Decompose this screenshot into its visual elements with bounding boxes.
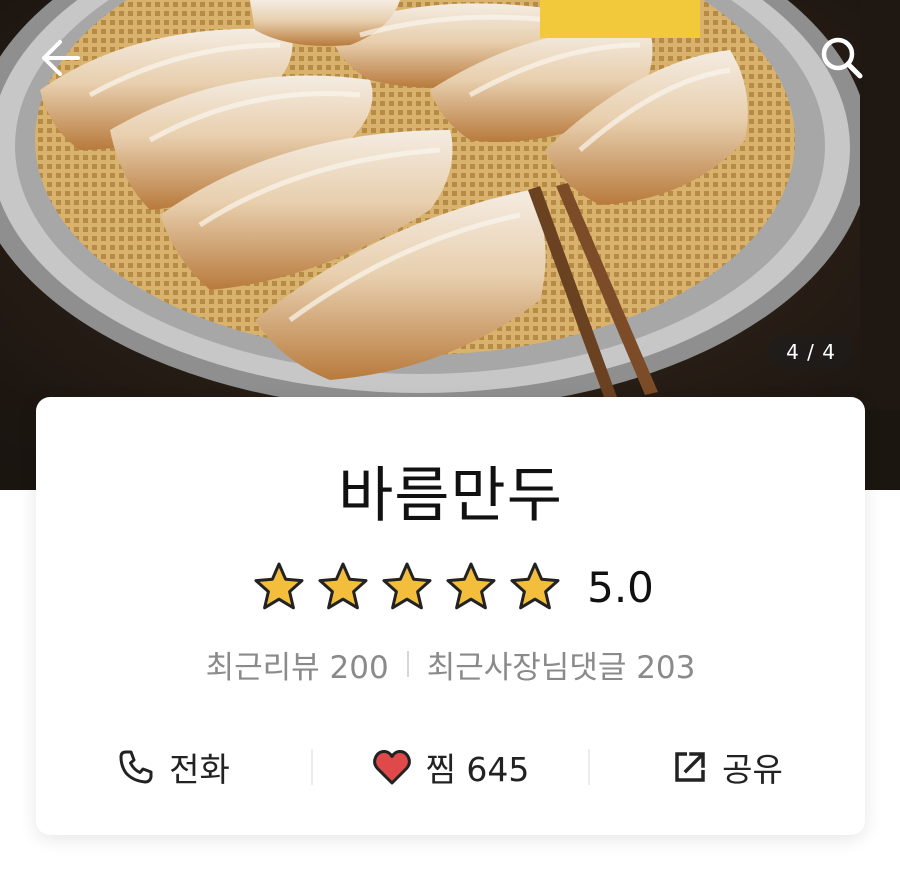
share-label: 공유 xyxy=(722,750,783,789)
stats-divider xyxy=(406,651,409,677)
store-detail-screen: 4 / 4 바름만두 5.0 최근리뷰 200 최근사장님댓글 203 전화 찜… xyxy=(0,0,900,876)
like-count-label: 찜 645 xyxy=(425,750,530,789)
heart-icon xyxy=(372,749,411,785)
share-icon xyxy=(675,752,705,782)
photo-page-counter: 4 / 4 xyxy=(768,335,854,369)
star-icon xyxy=(318,562,368,610)
like-button[interactable]: 찜 645 xyxy=(313,739,588,795)
star-icon xyxy=(510,562,560,610)
rating-row[interactable]: 5.0 xyxy=(36,557,865,617)
share-button[interactable]: 공유 xyxy=(590,739,865,795)
search-button[interactable] xyxy=(812,28,872,88)
call-button[interactable]: 전화 xyxy=(36,739,311,795)
back-button[interactable] xyxy=(30,28,90,88)
recent-reviews-count[interactable]: 최근리뷰 200 xyxy=(206,642,389,687)
search-icon xyxy=(821,37,863,79)
review-stats[interactable]: 최근리뷰 200 최근사장님댓글 203 xyxy=(36,639,865,689)
star-icon xyxy=(382,562,432,610)
rating-value: 5.0 xyxy=(587,562,654,612)
action-bar: 전화 찜 645 공유 xyxy=(36,739,865,795)
recent-owner-replies-count[interactable]: 최근사장님댓글 203 xyxy=(427,642,696,687)
call-label: 전화 xyxy=(169,750,230,789)
star-icon xyxy=(446,562,496,610)
phone-icon xyxy=(119,750,153,784)
store-name: 바름만두 xyxy=(338,461,563,531)
store-info-card: 바름만두 5.0 최근리뷰 200 최근사장님댓글 203 전화 찜 645 공… xyxy=(36,397,865,835)
arrow-left-icon xyxy=(42,40,80,76)
star-icon xyxy=(254,562,304,610)
